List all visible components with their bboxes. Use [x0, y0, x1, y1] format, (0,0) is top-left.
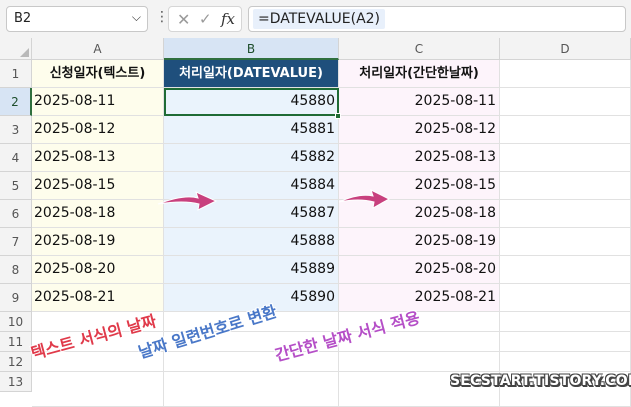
cell-d8[interactable] [500, 256, 631, 284]
cell-c9[interactable]: 2025-08-21 [339, 284, 500, 312]
cell-c4[interactable]: 2025-08-13 [339, 144, 500, 172]
watermark: SECSTART.TISTORY.COM [450, 373, 631, 389]
cell-a6[interactable]: 2025-08-18 [32, 200, 164, 228]
row-header-2[interactable]: 2 [0, 88, 32, 116]
header-cell-c1[interactable]: 처리일자(간단한날짜) [339, 60, 500, 88]
cell-b3[interactable]: 45881 [164, 116, 339, 144]
header-cell-a1[interactable]: 신청일자(텍스트) [32, 60, 164, 88]
row-header-8[interactable]: 8 [0, 256, 32, 284]
fill-handle[interactable] [335, 113, 341, 119]
cell-d6[interactable] [500, 200, 631, 228]
cell-d11[interactable] [500, 332, 631, 352]
arrow-right-icon [338, 189, 391, 209]
formula-controls: ✕ ✓ fx [168, 6, 242, 32]
cell-c12[interactable] [339, 352, 500, 372]
cell-c3[interactable]: 2025-08-12 [339, 116, 500, 144]
cell-a7[interactable]: 2025-08-19 [32, 228, 164, 256]
row-header-9[interactable]: 9 [0, 284, 32, 312]
cancel-icon[interactable]: ✕ [177, 10, 190, 29]
formula-text: =DATEVALUE(A2) [253, 9, 386, 29]
row-header-5[interactable]: 5 [0, 172, 32, 200]
cell-b8[interactable]: 45889 [164, 256, 339, 284]
cell-a4[interactable]: 2025-08-13 [32, 144, 164, 172]
cell-d10[interactable] [500, 312, 631, 332]
column-header-a[interactable]: A [32, 38, 164, 60]
row-header-10[interactable]: 10 [0, 312, 32, 332]
cell-b13[interactable] [164, 372, 339, 407]
formula-input[interactable]: =DATEVALUE(A2) [248, 6, 626, 32]
name-box[interactable]: B2 ⌵ [6, 6, 148, 32]
row-header-13[interactable]: 13 [0, 372, 32, 392]
cell-d1[interactable] [500, 60, 631, 88]
cell-d5[interactable] [500, 172, 631, 200]
cell-d9[interactable] [500, 284, 631, 312]
column-header-c[interactable]: C [339, 38, 500, 60]
column-header-d[interactable]: D [500, 38, 631, 60]
row-header-12[interactable]: 12 [0, 352, 32, 372]
cell-b7[interactable]: 45888 [164, 228, 339, 256]
row-header-6[interactable]: 6 [0, 200, 32, 228]
select-all-icon[interactable] [0, 38, 32, 60]
more-options-icon[interactable]: ⋮ [155, 9, 169, 25]
row-header-3[interactable]: 3 [0, 116, 32, 144]
insert-function-icon[interactable]: fx [221, 10, 235, 28]
cell-b2[interactable]: 45880 [164, 88, 339, 116]
cell-c2[interactable]: 2025-08-11 [339, 88, 500, 116]
cell-a5[interactable]: 2025-08-15 [32, 172, 164, 200]
cell-a2[interactable]: 2025-08-11 [32, 88, 164, 116]
cell-d12[interactable] [500, 352, 631, 372]
enter-icon[interactable]: ✓ [199, 10, 212, 28]
column-header-b[interactable]: B [164, 38, 339, 60]
cell-d7[interactable] [500, 228, 631, 256]
cell-d2[interactable] [500, 88, 631, 116]
row-header-7[interactable]: 7 [0, 228, 32, 256]
cell-b4[interactable]: 45882 [164, 144, 339, 172]
cell-a9[interactable]: 2025-08-21 [32, 284, 164, 312]
cell-a13[interactable] [32, 372, 164, 407]
arrow-right-icon [157, 191, 218, 211]
cell-c8[interactable]: 2025-08-20 [339, 256, 500, 284]
cell-c7[interactable]: 2025-08-19 [339, 228, 500, 256]
row-header-1[interactable]: 1 [0, 60, 32, 88]
chevron-down-icon[interactable]: ⌵ [132, 10, 141, 25]
row-header-4[interactable]: 4 [0, 144, 32, 172]
name-box-value: B2 [14, 11, 32, 26]
cell-a8[interactable]: 2025-08-20 [32, 256, 164, 284]
cell-d3[interactable] [500, 116, 631, 144]
header-cell-b1[interactable]: 처리일자(DATEVALUE) [164, 60, 339, 88]
cell-a3[interactable]: 2025-08-12 [32, 116, 164, 144]
cell-d4[interactable] [500, 144, 631, 172]
formula-bar: B2 ⌵ ⋮ ✕ ✓ fx =DATEVALUE(A2) [0, 0, 631, 38]
